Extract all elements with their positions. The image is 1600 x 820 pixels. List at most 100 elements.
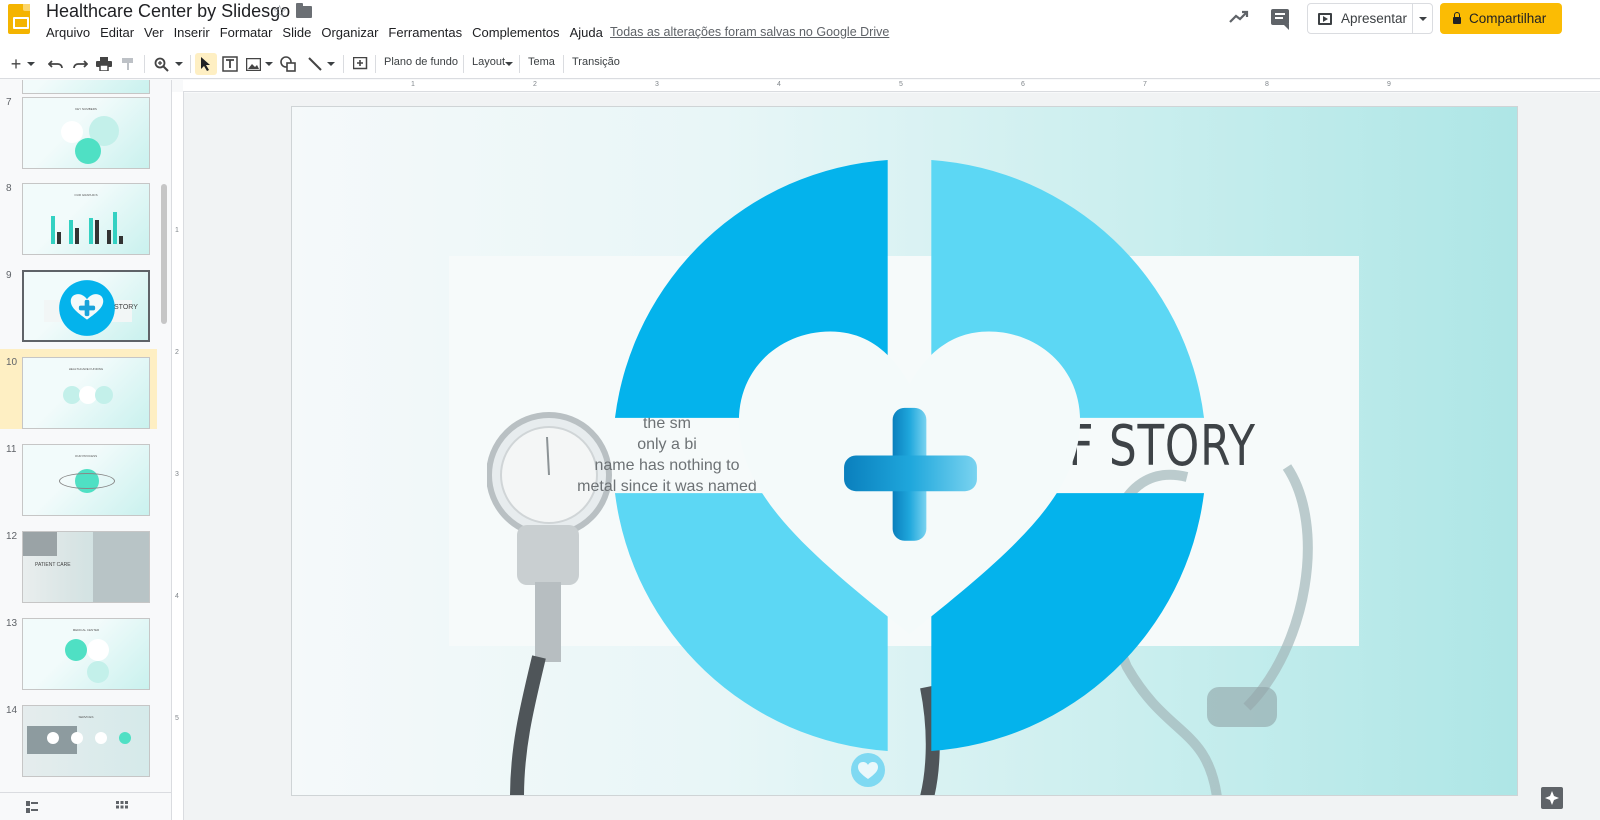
chevron-down-icon xyxy=(1418,16,1427,21)
thumb-circle xyxy=(87,639,109,661)
line-icon xyxy=(307,57,322,71)
select-tool-button[interactable] xyxy=(195,53,217,75)
thumb-title: OUR GRAPHICS xyxy=(74,193,98,197)
share-button[interactable]: Compartilhar xyxy=(1440,3,1562,34)
slides-logo-icon[interactable] xyxy=(8,4,30,34)
lock-icon xyxy=(1453,11,1461,24)
ruler-number: 6 xyxy=(1021,81,1025,88)
document-title[interactable]: Healthcare Center by Slidesgo xyxy=(46,1,290,22)
filmstrip-partial-slide[interactable] xyxy=(22,80,150,94)
toolbar-separator xyxy=(144,55,145,73)
ruler-number: 5 xyxy=(899,81,903,88)
slide-filmstrip[interactable]: 7 KEY NUMBERS 8 OUR GRAPHICS 9 STORY 10 … xyxy=(0,80,172,820)
present-options-button[interactable] xyxy=(1413,4,1432,33)
zoom-button[interactable] xyxy=(150,53,186,75)
view-toggle-bar xyxy=(0,792,171,820)
slide-thumbnail-13[interactable]: MEDICAL CENTER xyxy=(22,618,150,690)
thumb-title: MEDICAL CENTER xyxy=(72,628,100,632)
menu-editar[interactable]: Editar xyxy=(100,25,134,43)
undo-button[interactable] xyxy=(46,53,66,75)
insert-image-button[interactable] xyxy=(244,53,274,75)
filmstrip-scrollbar[interactable] xyxy=(161,184,167,324)
thumb-circle xyxy=(119,732,131,744)
slide-thumbnail-8[interactable]: OUR GRAPHICS xyxy=(22,183,150,255)
horizontal-ruler[interactable]: 1 2 3 4 5 6 7 8 9 xyxy=(183,80,1600,92)
header: Healthcare Center by Slidesgo ☆ Arquivo … xyxy=(0,0,1600,50)
slide-number: 10 xyxy=(6,357,18,368)
thumb-title: HEALTHCARE FUNDING xyxy=(68,367,104,371)
chevron-down-icon xyxy=(326,62,335,66)
plus-icon: + xyxy=(10,53,22,74)
share-label: Compartilhar xyxy=(1469,11,1547,26)
line-tool-button[interactable] xyxy=(304,53,338,75)
new-slide-button[interactable]: + xyxy=(6,53,40,75)
background-button[interactable]: Plano de fundo xyxy=(384,56,458,68)
slide-thumbnail-9-selected[interactable]: STORY xyxy=(22,270,150,342)
thumb-circle xyxy=(95,732,107,744)
comment-icon[interactable] xyxy=(1271,9,1289,30)
thumb-title: KEY NUMBERS xyxy=(75,107,97,111)
editor-canvas[interactable]: Mercury the sm only a bi name has nothin… xyxy=(184,93,1600,820)
menu-inserir[interactable]: Inserir xyxy=(174,25,210,43)
ruler-number: 5 xyxy=(175,715,179,722)
slide-thumbnail-12[interactable]: PATIENT CARE xyxy=(22,531,150,603)
menu-arquivo[interactable]: Arquivo xyxy=(46,25,90,43)
slide-thumbnail-7[interactable]: KEY NUMBERS xyxy=(22,97,150,169)
layout-button[interactable]: Layout xyxy=(472,56,505,68)
thumb-photo xyxy=(23,532,57,556)
filmstrip-view-icon[interactable] xyxy=(26,801,38,813)
thumb-circle xyxy=(75,138,101,164)
thumb-circle xyxy=(95,386,113,404)
grid-view-icon[interactable] xyxy=(116,801,128,813)
slide-number: 7 xyxy=(6,97,12,108)
paint-format-button[interactable] xyxy=(118,53,138,75)
transition-button[interactable]: Transição xyxy=(572,56,620,68)
ruler-number: 8 xyxy=(1265,81,1269,88)
menu-slide[interactable]: Slide xyxy=(282,25,311,43)
slide-number: 13 xyxy=(6,618,18,629)
menu-organizar[interactable]: Organizar xyxy=(321,25,378,43)
save-status-link[interactable]: Todas as alterações foram salvas no Goog… xyxy=(610,25,889,39)
present-main-button[interactable]: Apresentar xyxy=(1308,4,1413,33)
cursor-icon xyxy=(201,57,210,71)
present-button[interactable]: Apresentar xyxy=(1307,3,1433,34)
slide-thumbnail-14[interactable]: SERVICES xyxy=(22,705,150,777)
text-box-button[interactable] xyxy=(220,53,240,75)
toolbar-separator xyxy=(343,55,344,73)
thumb-bar-chart xyxy=(51,212,123,244)
explore-button[interactable] xyxy=(1541,787,1563,809)
menu-ver[interactable]: Ver xyxy=(144,25,164,43)
star-icon[interactable]: ☆ xyxy=(272,2,287,22)
image-icon xyxy=(245,57,261,71)
slide-thumbnail-11[interactable]: OUR PROCESS xyxy=(22,444,150,516)
theme-button[interactable]: Tema xyxy=(528,56,555,68)
vertical-ruler[interactable]: 1 2 3 4 5 xyxy=(172,92,184,820)
redo-icon xyxy=(73,60,88,69)
ruler-number: 1 xyxy=(175,227,179,234)
print-button[interactable] xyxy=(94,53,114,75)
thumb-ring xyxy=(59,473,115,489)
redo-button[interactable] xyxy=(70,53,90,75)
menu-ajuda[interactable]: Ajuda xyxy=(570,25,603,43)
slide[interactable]: Mercury the sm only a bi name has nothin… xyxy=(291,106,1518,796)
chevron-down-icon xyxy=(264,62,273,66)
healthcare-cross-logo[interactable] xyxy=(612,157,1207,754)
menu-bar: Arquivo Editar Ver Inserir Formatar Slid… xyxy=(46,25,613,43)
menu-ferramentas[interactable]: Ferramentas xyxy=(388,25,462,43)
ruler-number: 2 xyxy=(175,349,179,356)
menu-complementos[interactable]: Complementos xyxy=(472,25,559,43)
menu-formatar[interactable]: Formatar xyxy=(220,25,273,43)
text-box-icon xyxy=(222,56,238,72)
zoom-icon xyxy=(154,57,169,72)
thumb-circle xyxy=(47,732,59,744)
thumb-title: STORY xyxy=(114,304,138,311)
shape-button[interactable] xyxy=(278,53,298,75)
small-logo-icon xyxy=(851,753,885,787)
activity-trend-icon[interactable] xyxy=(1228,8,1250,26)
folder-icon[interactable] xyxy=(296,3,312,18)
thumb-title: PATIENT CARE xyxy=(35,562,71,568)
add-comment-button[interactable] xyxy=(349,53,371,75)
slide-thumbnail-10[interactable]: HEALTHCARE FUNDING xyxy=(22,357,150,429)
chevron-down-icon xyxy=(505,62,513,66)
paint-format-icon xyxy=(122,58,133,70)
